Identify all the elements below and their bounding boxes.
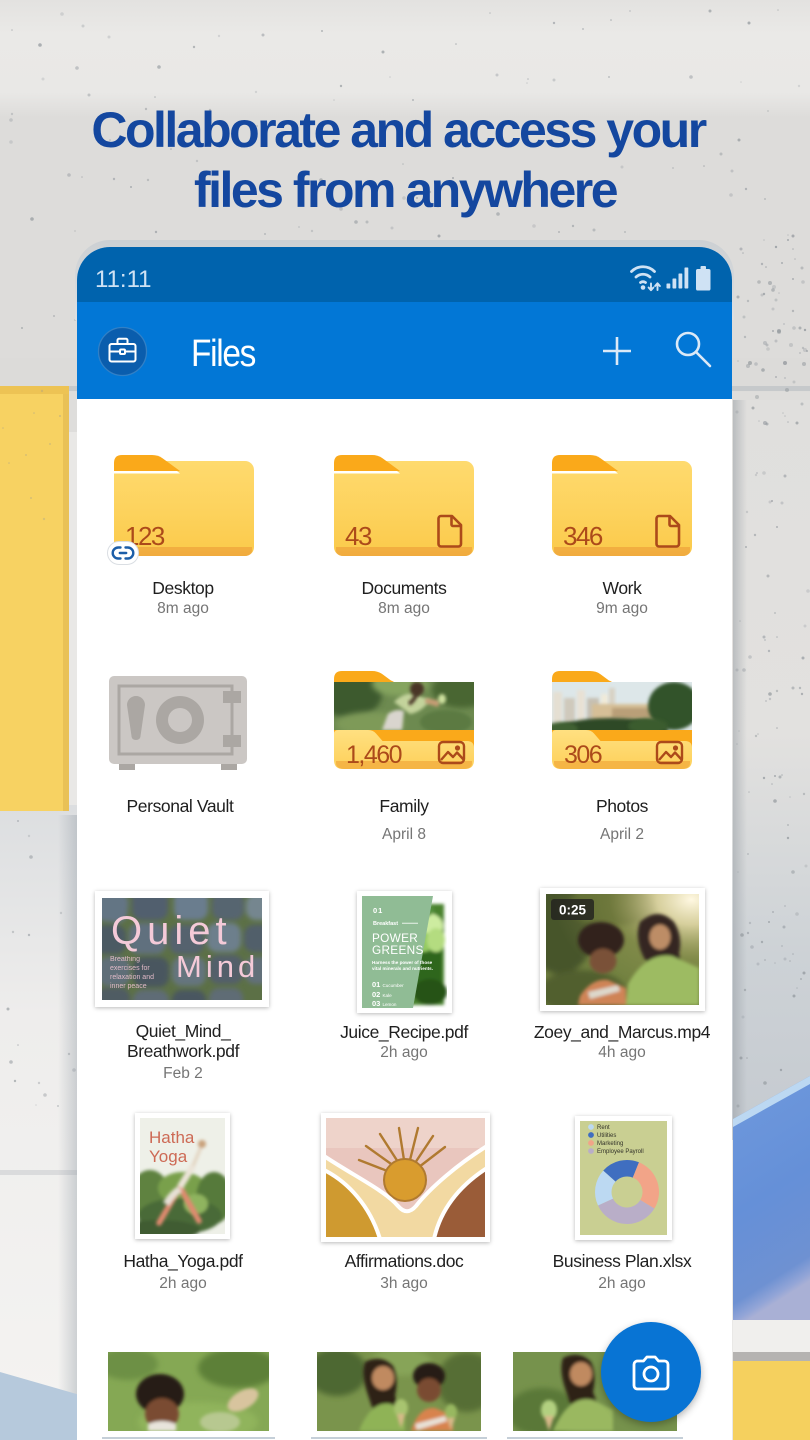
svg-text:43: 43 [345, 521, 372, 551]
svg-text:Harness the power of those: Harness the power of those [372, 960, 433, 965]
svg-text:346: 346 [563, 521, 603, 551]
svg-text:Employee Payroll: Employee Payroll [597, 1149, 644, 1155]
svg-text:GREENS: GREENS [372, 943, 424, 957]
svg-text:306: 306 [564, 741, 602, 769]
svg-text:01: 01 [373, 906, 383, 915]
svg-text:Mind: Mind [176, 949, 259, 984]
svg-text:relaxation and: relaxation and [110, 974, 154, 981]
svg-text:Utilities: Utilities [597, 1133, 616, 1139]
svg-text:Yoga: Yoga [149, 1147, 188, 1166]
svg-text:Breathing: Breathing [110, 956, 140, 963]
svg-text:vital minerals and nutrients.: vital minerals and nutrients. [372, 966, 433, 971]
svg-text:Breakfast: Breakfast [373, 921, 398, 927]
svg-text:0:25: 0:25 [559, 903, 587, 918]
svg-text:Quiet: Quiet [111, 909, 232, 953]
svg-text:Hatha: Hatha [149, 1128, 195, 1147]
svg-text:Rent: Rent [597, 1125, 610, 1131]
svg-text:inner peace: inner peace [110, 983, 147, 990]
svg-text:Marketing: Marketing [597, 1141, 623, 1147]
svg-text:1,460: 1,460 [346, 741, 402, 769]
svg-text:exercises for: exercises for [110, 965, 150, 972]
